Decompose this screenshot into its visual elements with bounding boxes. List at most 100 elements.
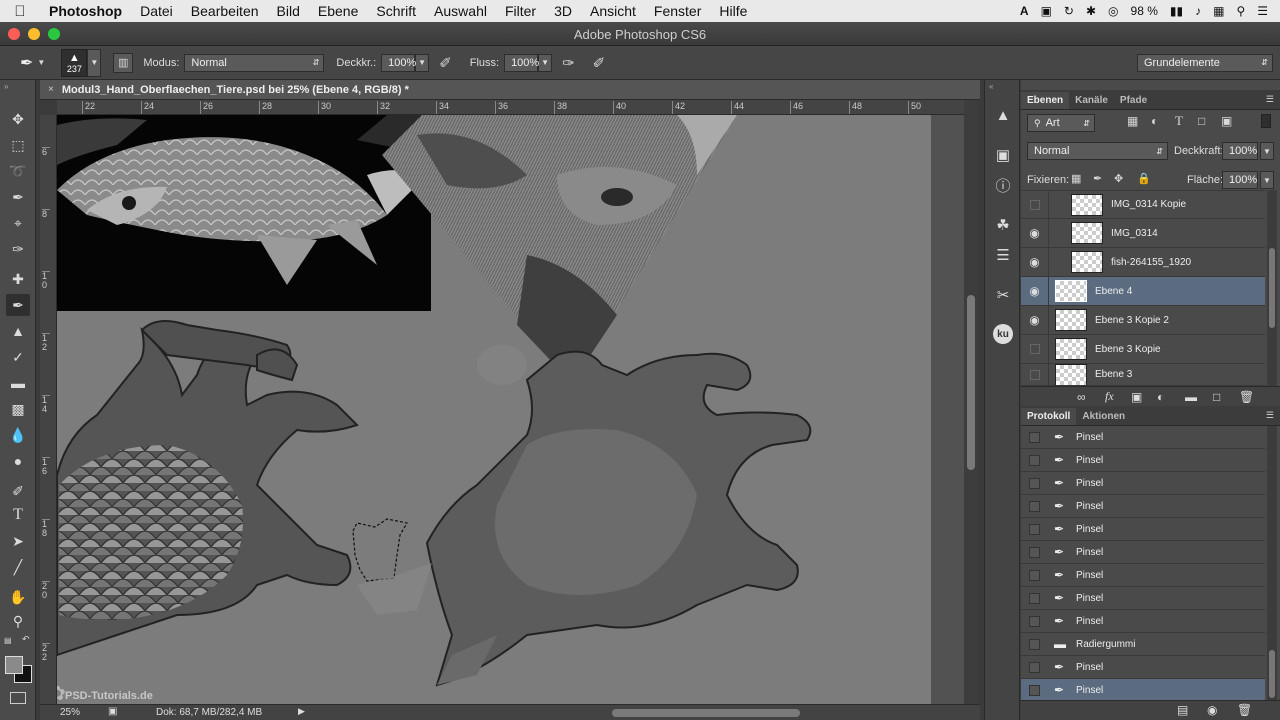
zoom-tool-icon[interactable]: ⚲ <box>6 610 30 632</box>
history-state[interactable]: ✒ Pinsel <box>1021 564 1265 587</box>
document-tab-title[interactable]: Modul3_Hand_Oberflaechen_Tiere.psd bei 2… <box>62 84 409 96</box>
path-selection-tool-icon[interactable]: ➤ <box>6 530 30 552</box>
layer-visibility-toggle[interactable] <box>1021 190 1049 219</box>
toolbar-collapse-icon[interactable]: » <box>4 82 8 91</box>
fill-input[interactable]: 100% <box>1222 171 1258 189</box>
calendar-icon[interactable]: ▦ <box>1213 4 1224 18</box>
pressure-opacity-icon[interactable]: ✐ <box>439 54 452 72</box>
history-state[interactable]: ✒ Pinsel <box>1021 518 1265 541</box>
filter-adjustment-icon[interactable]: ◐ <box>1151 114 1158 128</box>
workspace-select[interactable]: Grundelemente ⇵ <box>1137 53 1273 72</box>
battery-percent[interactable]: 98 % <box>1131 4 1158 18</box>
menu-3d[interactable]: 3D <box>545 3 581 19</box>
tab-pfade[interactable]: Pfade <box>1114 92 1153 109</box>
notification-center-icon[interactable]: ☰ <box>1257 4 1268 18</box>
brush-tool-preset-icon[interactable]: ✒ <box>20 53 33 73</box>
menu-ebene[interactable]: Ebene <box>309 3 367 19</box>
history-state-current[interactable]: ✒ Pinsel <box>1021 679 1265 702</box>
fill-dropdown[interactable]: ▼ <box>1260 171 1274 189</box>
layer-row-selected[interactable]: ◉ Ebene 4 <box>1021 276 1265 306</box>
quick-selection-tool-icon[interactable]: ✒ <box>6 186 30 208</box>
history-source-checkbox[interactable] <box>1029 684 1040 696</box>
history-state[interactable]: ✒ Pinsel <box>1021 587 1265 610</box>
history-state[interactable]: ✒ Pinsel <box>1021 541 1265 564</box>
menu-filter[interactable]: Filter <box>496 3 545 19</box>
kuler-icon[interactable]: ku <box>993 324 1013 344</box>
status-menu-arrow-icon[interactable]: ▶ <box>298 706 305 717</box>
history-source-checkbox[interactable] <box>1029 615 1040 627</box>
history-source-checkbox[interactable] <box>1029 592 1040 604</box>
history-source-checkbox[interactable] <box>1029 431 1040 443</box>
history-source-checkbox[interactable] <box>1029 638 1040 650</box>
navigator-icon[interactable]: ▣ <box>992 144 1014 166</box>
canvas-vertical-scrollbar[interactable] <box>964 100 978 704</box>
hand-tool-icon[interactable]: ✋ <box>6 586 30 608</box>
healing-brush-tool-icon[interactable]: ✚ <box>6 268 30 290</box>
link-layers-icon[interactable]: ∞ <box>1077 390 1086 404</box>
info-icon[interactable]: ⓘ <box>992 174 1014 196</box>
flow-dropdown[interactable]: ▼ <box>538 53 553 72</box>
history-source-checkbox[interactable] <box>1029 546 1040 558</box>
airbrush-icon[interactable]: ✑ <box>562 54 575 72</box>
menu-auswahl[interactable]: Auswahl <box>425 3 496 19</box>
lock-all-icon[interactable]: 🔒 <box>1137 172 1151 185</box>
apple-menu-icon[interactable]:  <box>0 3 40 20</box>
menu-bild[interactable]: Bild <box>268 3 309 19</box>
layer-visibility-toggle[interactable]: ◉ <box>1021 247 1049 277</box>
pressure-size-icon[interactable]: ✐ <box>593 54 606 72</box>
delete-layer-icon[interactable]: 🗑 <box>1239 390 1254 404</box>
menu-schrift[interactable]: Schrift <box>367 3 425 19</box>
layer-row[interactable]: ◉ fish-264155_1920 <box>1021 247 1265 277</box>
marquee-tool-icon[interactable]: ⬚ <box>6 134 30 156</box>
history-source-checkbox[interactable] <box>1029 454 1040 466</box>
history-state[interactable]: ✒ Pinsel <box>1021 449 1265 472</box>
move-tool-icon[interactable]: ✥ <box>6 108 30 130</box>
history-state[interactable]: ✒ Pinsel <box>1021 656 1265 679</box>
canvas-vertical-scroll-thumb[interactable] <box>967 295 975 470</box>
crop-tool-icon[interactable]: ⌖ <box>6 212 30 234</box>
history-state[interactable]: ✒ Pinsel <box>1021 426 1265 449</box>
canvas-horizontal-scroll-thumb[interactable] <box>612 709 800 717</box>
histogram-icon[interactable]: ▲ <box>992 104 1014 126</box>
add-mask-icon[interactable]: ▣ <box>1131 390 1142 404</box>
opacity-dropdown[interactable]: ▼ <box>415 53 430 72</box>
eyedropper-tool-icon[interactable]: ✑ <box>6 238 30 260</box>
lock-pixels-icon[interactable]: ✒ <box>1093 172 1102 185</box>
menu-bearbeiten[interactable]: Bearbeiten <box>182 3 268 19</box>
filter-shape-icon[interactable]: □ <box>1198 114 1205 128</box>
type-tool-icon[interactable]: T <box>6 504 30 526</box>
filter-smart-object-icon[interactable]: ▣ <box>1221 114 1232 128</box>
brush-size-picker[interactable]: ▲ 237 <box>61 48 88 77</box>
pen-tool-icon[interactable]: ✐ <box>6 480 30 502</box>
history-state[interactable]: ✒ Pinsel <box>1021 495 1265 518</box>
layer-visibility-toggle[interactable]: ◉ <box>1021 276 1049 306</box>
layer-row[interactable]: IMG_0314 Kopie <box>1021 190 1265 219</box>
tab-ebenen[interactable]: Ebenen <box>1021 92 1070 109</box>
history-scrollbar[interactable] <box>1267 426 1277 700</box>
history-state[interactable]: ▬ Radiergummi <box>1021 633 1265 656</box>
volume-icon[interactable]: ♪ <box>1195 4 1201 18</box>
layer-opacity-dropdown[interactable]: ▼ <box>1260 142 1274 160</box>
flow-input[interactable]: 100% <box>504 53 539 72</box>
eraser-tool-icon[interactable]: ▬ <box>6 372 30 394</box>
brush-size-dropdown[interactable]: ▼ <box>87 48 102 77</box>
panel-menu-icon[interactable]: ☰ <box>1266 94 1274 105</box>
lock-position-icon[interactable]: ✥ <box>1114 172 1123 185</box>
blur-tool-icon[interactable]: 💧 <box>6 424 30 446</box>
menu-fenster[interactable]: Fenster <box>645 3 710 19</box>
filter-toggle-icon[interactable] <box>1261 114 1271 128</box>
menu-app[interactable]: Photoshop <box>40 3 131 19</box>
brush-panel-icon[interactable]: ☰ <box>992 244 1014 266</box>
layers-scroll-thumb[interactable] <box>1269 248 1275 328</box>
adobe-status-icon[interactable]: A <box>1020 4 1029 18</box>
tab-protokoll[interactable]: Protokoll <box>1021 408 1077 425</box>
layer-visibility-toggle[interactable] <box>1021 334 1049 364</box>
tab-aktionen[interactable]: Aktionen <box>1076 408 1131 425</box>
layer-row[interactable]: ◉ Ebene 3 Kopie 2 <box>1021 305 1265 335</box>
layer-row[interactable]: ◉ IMG_0314 <box>1021 218 1265 248</box>
tab-kanaele[interactable]: Kanäle <box>1069 92 1114 109</box>
new-layer-icon[interactable]: □ <box>1213 390 1220 404</box>
zoom-level[interactable]: 25% <box>60 707 80 718</box>
lock-transparency-icon[interactable]: ▦ <box>1071 172 1081 185</box>
layer-row[interactable]: Ebene 3 Kopie <box>1021 334 1265 364</box>
